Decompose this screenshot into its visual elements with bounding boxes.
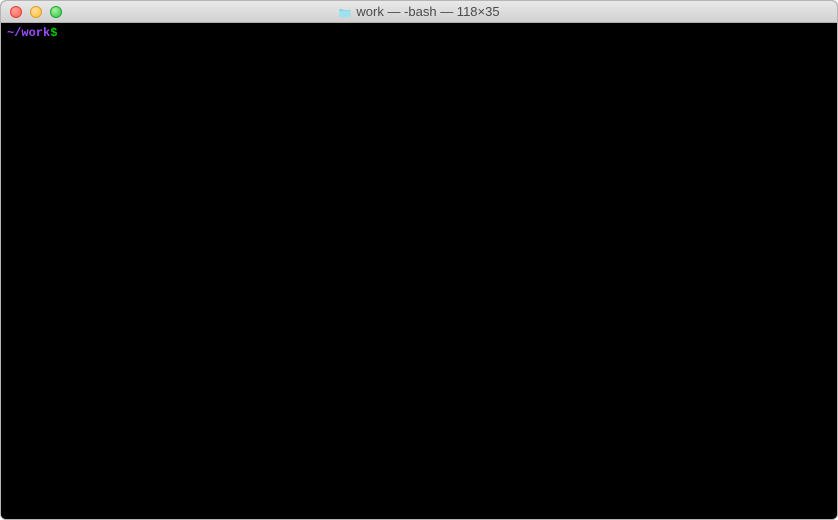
title-bar[interactable]: work — -bash — 118×35 [1, 1, 837, 23]
prompt-path: ~/work [7, 26, 50, 40]
prompt-symbol: $ [50, 26, 57, 40]
window-controls [1, 6, 62, 18]
terminal-body[interactable]: ~/work$ [1, 23, 837, 519]
window-title: work — -bash — 118×35 [356, 4, 499, 19]
terminal-window: work — -bash — 118×35 ~/work$ [0, 0, 838, 520]
maximize-icon[interactable] [50, 6, 62, 18]
close-icon[interactable] [10, 6, 22, 18]
window-title-group: work — -bash — 118×35 [1, 4, 837, 19]
folder-icon [338, 6, 352, 17]
minimize-icon[interactable] [30, 6, 42, 18]
